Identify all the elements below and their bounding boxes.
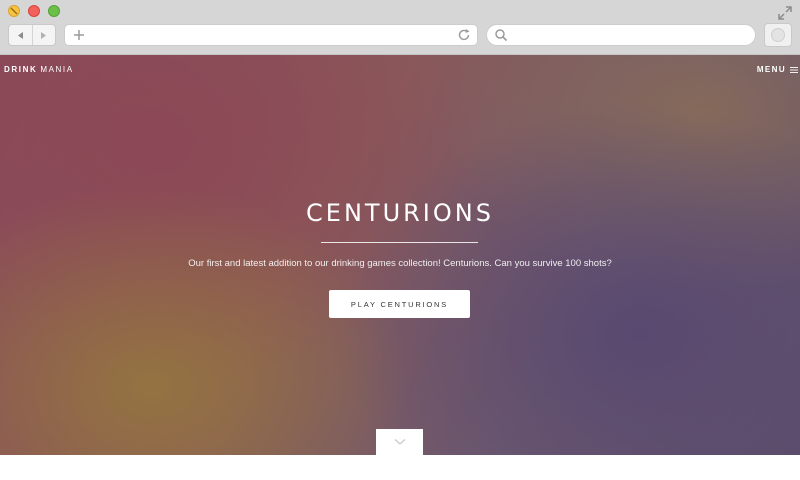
scroll-down-button[interactable]: [376, 429, 423, 455]
chevron-down-icon: [394, 439, 405, 445]
title-divider: [321, 242, 478, 243]
profile-button[interactable]: [764, 23, 792, 47]
hero-subtitle: Our first and latest addition to our dri…: [188, 258, 612, 269]
navigation-buttons: [8, 24, 56, 46]
forward-arrow-icon: [41, 31, 47, 39]
browser-chrome: [0, 0, 800, 55]
back-button[interactable]: [9, 25, 32, 45]
search-input[interactable]: [511, 25, 747, 45]
hero-title: CENTURIONS: [306, 199, 494, 227]
back-arrow-icon: [17, 31, 23, 39]
hero-section: DRINK MANIA MENU CENTURIONS Our first and…: [0, 55, 800, 455]
hamburger-icon: [790, 66, 798, 73]
search-icon: [495, 29, 508, 42]
play-centurions-button[interactable]: PLAY CENTURIONS: [329, 290, 470, 318]
forward-button[interactable]: [31, 25, 56, 45]
zoom-window-button[interactable]: [48, 5, 60, 17]
fullscreen-icon[interactable]: [778, 6, 792, 20]
site-logo[interactable]: DRINK MANIA: [4, 65, 74, 74]
search-bar[interactable]: [486, 24, 756, 46]
menu-button[interactable]: MENU: [757, 65, 798, 74]
minimize-icon: [10, 7, 18, 15]
brand-bold-text: DRINK: [4, 65, 38, 74]
minimize-window-button[interactable]: [8, 5, 20, 17]
reload-icon[interactable]: [457, 28, 471, 42]
plus-icon[interactable]: [72, 28, 86, 42]
address-bar[interactable]: [64, 24, 478, 46]
menu-label: MENU: [756, 65, 786, 74]
close-window-button[interactable]: [28, 5, 40, 17]
brand-light-text: MANIA: [40, 65, 74, 74]
profile-icon: [771, 28, 785, 42]
